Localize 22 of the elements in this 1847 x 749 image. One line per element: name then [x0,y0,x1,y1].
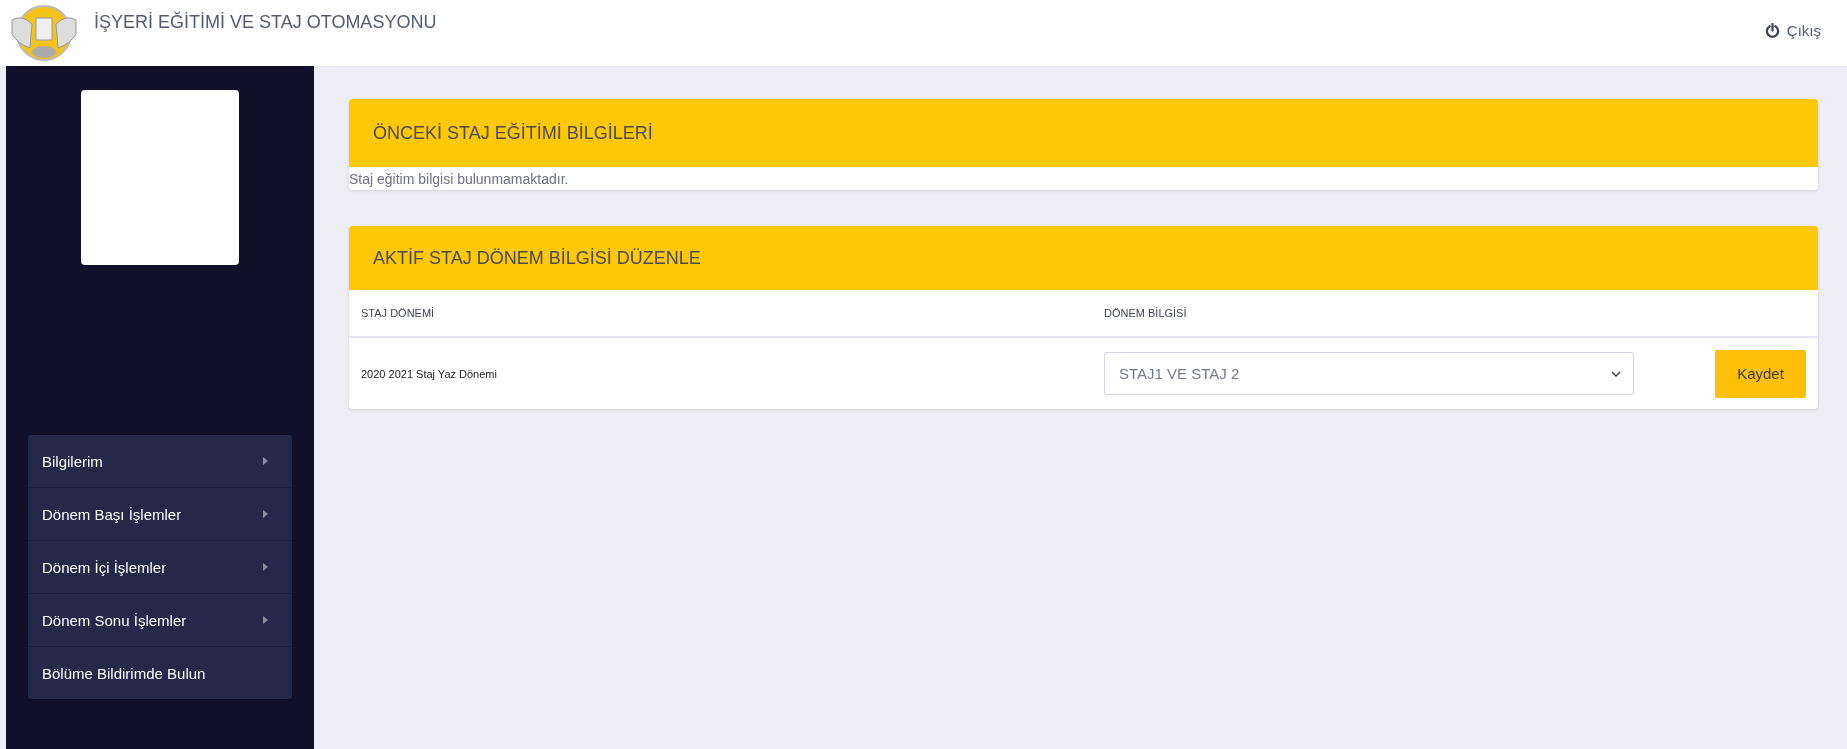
emblem-logo-icon [8,4,80,62]
app-title: İŞYERİ EĞİTİMİ VE STAJ OTOMASYONU [94,12,437,33]
sidebar-item[interactable]: Dönem Sonu İşlemler [28,594,292,647]
sidebar-item[interactable]: Bilgilerim [28,435,292,488]
chevron-down-icon [1611,370,1621,377]
sidebar-item[interactable]: Bölüme Bildirimde Bulun [28,647,292,699]
sidebar-item[interactable]: Dönem Başı İşlemler [28,488,292,541]
power-icon [1764,23,1780,38]
sidebar-item[interactable]: Dönem İçi İşlemler [28,541,292,594]
empty-message: Staj eğitim bilgisi bulunmamaktadır. [349,170,570,189]
card-header: ÖNCEKİ STAJ EĞİTİMİ BİLGİLERİ [349,99,1818,167]
caret-icon [263,457,268,465]
column-header: DÖNEM BİLGİSİ [1104,307,1188,319]
card-header: AKTİF STAJ DÖNEM BİLGİSİ DÜZENLE [349,226,1818,290]
column-header: STAJ DÖNEMİ [361,307,436,319]
save-button[interactable]: Kaydet [1715,349,1806,398]
logout-link[interactable]: Çıkış [1764,22,1821,39]
caret-icon [263,616,268,624]
caret-icon [263,563,268,571]
caret-icon [263,510,268,518]
table-cell-text: 2020 2021 Staj Yaz Dönemi [361,367,498,380]
period-dropdown[interactable]: STAJ1 VE STAJ 2 [1104,352,1634,395]
